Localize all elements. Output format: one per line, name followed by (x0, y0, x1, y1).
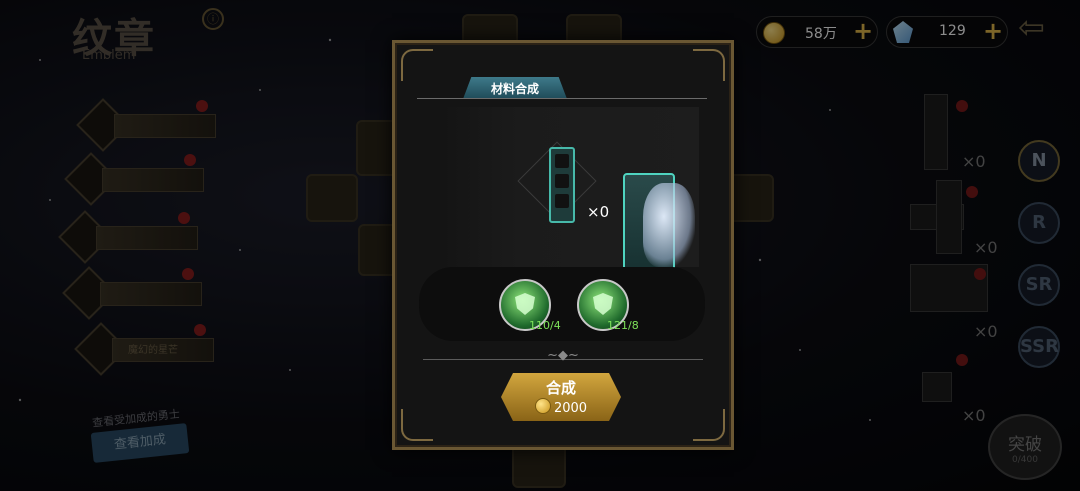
merge-button[interactable]: 合成 2000 (501, 373, 621, 421)
material-count: ×0 (587, 203, 610, 221)
material-slots (419, 267, 705, 341)
merge-label: 合成 (545, 379, 576, 397)
frame-corner (693, 409, 725, 441)
ornament-icon: ~◆~ (547, 348, 579, 363)
shield-icon (593, 293, 613, 315)
hand-pointer-icon (643, 183, 695, 267)
emblem-shape-icon (549, 147, 575, 223)
frame-corner (401, 49, 433, 81)
slot-count: 110/4 (529, 319, 561, 332)
tab-material-merge[interactable]: 材料合成 (463, 77, 567, 99)
frame-corner (401, 409, 433, 441)
frame-corner (693, 49, 725, 81)
slot-count: 121/8 (607, 319, 639, 332)
material-merge-dialog: 材料合成 ×0 110/4 121/8 ~◆~ 合成 2000 (392, 40, 734, 450)
gold-coin-icon (534, 398, 551, 414)
divider (417, 98, 707, 99)
merge-cost: 2000 (501, 398, 621, 416)
shield-icon (515, 293, 535, 315)
